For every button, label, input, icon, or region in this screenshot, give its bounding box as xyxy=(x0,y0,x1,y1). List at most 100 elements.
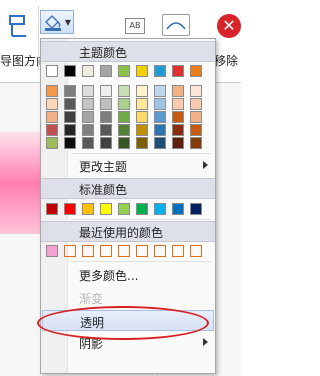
theme-color-swatch[interactable] xyxy=(118,98,130,110)
theme-color-swatch[interactable] xyxy=(136,65,148,77)
recent-color-empty-slot[interactable] xyxy=(64,245,76,257)
change-theme-item[interactable]: 更改主题 xyxy=(42,155,214,176)
chevron-down-icon: ▼ xyxy=(64,18,71,27)
menu-separator xyxy=(71,219,211,220)
theme-color-swatch[interactable] xyxy=(190,85,202,97)
theme-color-swatch[interactable] xyxy=(136,137,148,149)
theme-color-swatch[interactable] xyxy=(82,85,94,97)
theme-color-swatch[interactable] xyxy=(46,98,58,110)
topic-shape[interactable] xyxy=(0,132,40,234)
theme-color-swatch[interactable] xyxy=(46,85,58,97)
standard-color-swatch[interactable] xyxy=(100,203,112,215)
theme-color-swatch[interactable] xyxy=(190,124,202,136)
theme-color-swatch[interactable] xyxy=(118,137,130,149)
theme-color-swatch[interactable] xyxy=(154,85,166,97)
theme-color-swatch[interactable] xyxy=(100,124,112,136)
theme-color-swatch[interactable] xyxy=(118,111,130,123)
menu-separator xyxy=(71,261,211,262)
theme-color-swatch[interactable] xyxy=(172,137,184,149)
standard-color-swatch[interactable] xyxy=(82,203,94,215)
recent-color-empty-slot[interactable] xyxy=(82,245,94,257)
recent-color-empty-slot[interactable] xyxy=(100,245,112,257)
standard-color-swatch[interactable] xyxy=(190,203,202,215)
theme-color-swatch[interactable] xyxy=(100,111,112,123)
standard-color-swatch[interactable] xyxy=(154,203,166,215)
theme-color-swatch[interactable] xyxy=(154,65,166,77)
text-box-icon[interactable]: AB xyxy=(125,18,145,34)
paint-bucket-icon xyxy=(45,15,61,31)
standard-color-swatch[interactable] xyxy=(136,203,148,215)
standard-color-swatch[interactable] xyxy=(46,203,58,215)
theme-color-swatch[interactable] xyxy=(190,137,202,149)
gradient-label: 渐变 xyxy=(79,292,104,306)
theme-color-swatch[interactable] xyxy=(154,111,166,123)
theme-color-swatch[interactable] xyxy=(190,98,202,110)
more-colors-label: 更多颜色... xyxy=(79,269,139,283)
recent-color-empty-slot[interactable] xyxy=(172,245,184,257)
theme-color-swatch[interactable] xyxy=(82,65,94,77)
theme-color-swatch[interactable] xyxy=(100,85,112,97)
remove-label[interactable]: 移除 xyxy=(214,52,238,69)
remove-icon[interactable]: ✕ xyxy=(217,14,241,38)
theme-colors-header-label: 主题颜色 xyxy=(79,46,128,60)
shadow-item[interactable]: 阴影 xyxy=(42,332,214,353)
theme-color-swatch[interactable] xyxy=(82,98,94,110)
theme-color-swatch[interactable] xyxy=(64,111,76,123)
change-theme-label: 更改主题 xyxy=(79,160,128,174)
theme-color-swatch[interactable] xyxy=(118,124,130,136)
theme-color-swatch[interactable] xyxy=(82,124,94,136)
theme-color-swatch[interactable] xyxy=(190,111,202,123)
standard-color-swatch[interactable] xyxy=(118,203,130,215)
submenu-arrow-icon xyxy=(203,338,208,346)
map-direction-icon[interactable] xyxy=(8,14,30,38)
recent-color-empty-slot[interactable] xyxy=(136,245,148,257)
theme-color-swatch[interactable] xyxy=(136,85,148,97)
theme-color-swatch[interactable] xyxy=(154,98,166,110)
theme-color-swatch[interactable] xyxy=(172,65,184,77)
theme-color-swatch[interactable] xyxy=(46,65,58,77)
theme-color-swatch[interactable] xyxy=(136,98,148,110)
standard-color-swatch[interactable] xyxy=(172,203,184,215)
transparent-label: 透明 xyxy=(80,316,105,330)
theme-color-swatch[interactable] xyxy=(46,124,58,136)
theme-color-swatch[interactable] xyxy=(100,137,112,149)
menu-separator xyxy=(71,153,211,154)
gradient-item: 渐变 xyxy=(42,287,214,308)
theme-color-swatch[interactable] xyxy=(82,111,94,123)
relationship-curve-icon[interactable] xyxy=(162,14,190,36)
theme-color-swatch[interactable] xyxy=(82,137,94,149)
ribbon-divider xyxy=(38,6,39,70)
more-colors-item[interactable]: 更多颜色... xyxy=(42,264,214,285)
theme-color-swatch[interactable] xyxy=(100,98,112,110)
shadow-label: 阴影 xyxy=(79,337,104,351)
submenu-arrow-icon xyxy=(203,161,208,169)
theme-color-swatch[interactable] xyxy=(172,85,184,97)
theme-color-swatch[interactable] xyxy=(172,111,184,123)
theme-color-swatch[interactable] xyxy=(46,137,58,149)
theme-color-swatch[interactable] xyxy=(46,111,58,123)
theme-color-swatch[interactable] xyxy=(154,124,166,136)
theme-color-swatch[interactable] xyxy=(64,85,76,97)
theme-color-swatch[interactable] xyxy=(64,98,76,110)
theme-color-swatch[interactable] xyxy=(136,111,148,123)
theme-color-swatch[interactable] xyxy=(100,65,112,77)
theme-color-swatch[interactable] xyxy=(118,65,130,77)
theme-color-swatch[interactable] xyxy=(64,124,76,136)
standard-colors-header-label: 标准颜色 xyxy=(79,183,128,197)
standard-color-swatch[interactable] xyxy=(64,203,76,215)
theme-color-swatch[interactable] xyxy=(118,85,130,97)
recent-color-swatch[interactable] xyxy=(46,245,58,257)
fill-color-button[interactable]: ▼ xyxy=(40,10,74,34)
theme-color-swatch[interactable] xyxy=(64,137,76,149)
recent-color-empty-slot[interactable] xyxy=(118,245,130,257)
transparent-item[interactable]: 透明 xyxy=(42,310,214,331)
theme-color-swatch[interactable] xyxy=(154,137,166,149)
theme-color-swatch[interactable] xyxy=(136,124,148,136)
recent-colors-header-label: 最近使用的颜色 xyxy=(79,226,164,240)
theme-color-swatch[interactable] xyxy=(190,65,202,77)
theme-color-swatch[interactable] xyxy=(172,98,184,110)
recent-color-empty-slot[interactable] xyxy=(154,245,166,257)
recent-color-empty-slot[interactable] xyxy=(190,245,202,257)
theme-color-swatch[interactable] xyxy=(64,65,76,77)
theme-color-swatch[interactable] xyxy=(172,124,184,136)
